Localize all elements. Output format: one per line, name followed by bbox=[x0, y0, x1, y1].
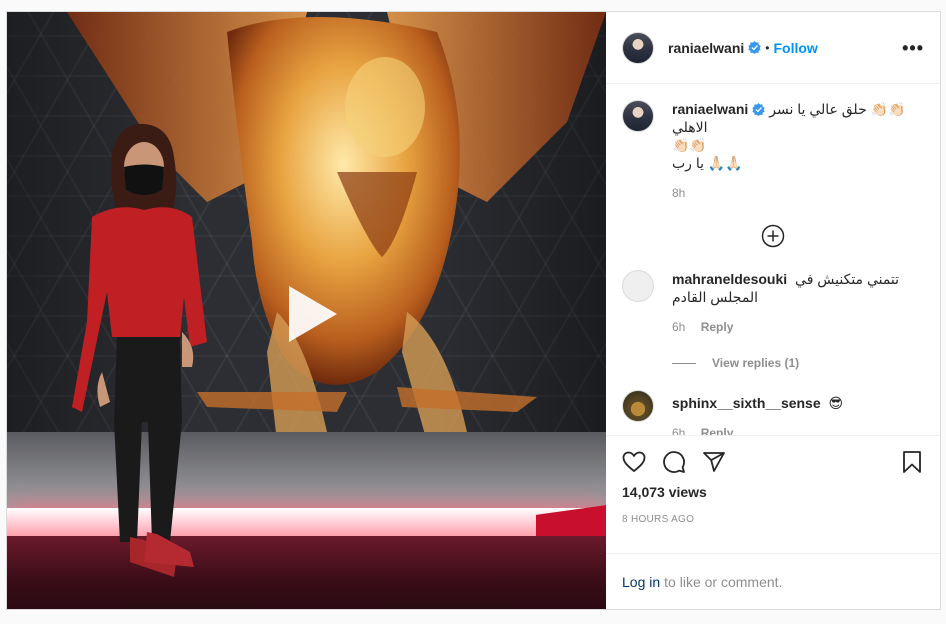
view-replies-button[interactable]: View replies (1) bbox=[672, 356, 924, 370]
caption: raniaelwani 👏🏻👏🏻 حلق عالي يا نسر الاهلي … bbox=[622, 100, 924, 202]
comment-body: sphinx__sixth__sense 😎 6h Reply bbox=[672, 390, 924, 435]
bookmark-icon[interactable] bbox=[900, 450, 924, 474]
comment-meta: 6h Reply bbox=[672, 318, 924, 336]
woman-figure bbox=[72, 123, 207, 577]
post-header: raniaelwani • Follow ••• bbox=[606, 12, 940, 84]
action-icons bbox=[622, 436, 924, 480]
author-username[interactable]: raniaelwani bbox=[668, 40, 744, 56]
commenter-avatar[interactable] bbox=[622, 270, 654, 302]
comment-time: 6h bbox=[672, 320, 686, 334]
caption-avatar[interactable] bbox=[622, 100, 654, 132]
caption-username[interactable]: raniaelwani bbox=[672, 101, 748, 117]
video-player[interactable] bbox=[7, 12, 606, 609]
post-actions: 14,073 views 8 HOURS AGO bbox=[606, 435, 940, 553]
comment-item: sphinx__sixth__sense 😎 6h Reply bbox=[622, 390, 924, 435]
caption-body: raniaelwani 👏🏻👏🏻 حلق عالي يا نسر الاهلي … bbox=[672, 100, 924, 202]
separator-dot: • bbox=[765, 40, 770, 55]
load-more-comments[interactable] bbox=[622, 224, 924, 248]
commenter-avatar[interactable] bbox=[622, 390, 654, 422]
reply-button[interactable]: Reply bbox=[701, 320, 734, 334]
login-prompt: Log in to like or comment. bbox=[606, 553, 940, 609]
comments-section: raniaelwani 👏🏻👏🏻 حلق عالي يا نسر الاهلي … bbox=[606, 84, 940, 435]
caption-time: 8h bbox=[672, 186, 686, 200]
author-avatar[interactable] bbox=[622, 31, 654, 64]
replies-line bbox=[672, 362, 696, 364]
comment-text: 😎 bbox=[828, 395, 844, 411]
plus-circle-icon[interactable] bbox=[761, 224, 785, 248]
more-options-icon[interactable]: ••• bbox=[902, 39, 924, 57]
comment-body: mahraneldesouki تتمني متكنيش في المجلس ا… bbox=[672, 270, 924, 336]
view-count[interactable]: 14,073 views bbox=[622, 484, 924, 500]
view-replies-label[interactable]: View replies (1) bbox=[712, 356, 799, 370]
comment-icon[interactable] bbox=[662, 450, 686, 474]
share-icon[interactable] bbox=[702, 450, 726, 474]
caption-meta: 8h bbox=[672, 184, 924, 202]
comment-time: 6h bbox=[672, 426, 686, 435]
login-prompt-text: to like or comment. bbox=[664, 573, 783, 590]
post-card: raniaelwani • Follow ••• raniaelwani 👏🏻👏… bbox=[6, 11, 941, 610]
comment-username[interactable]: sphinx__sixth__sense bbox=[672, 395, 821, 411]
caption-verified-badge-icon bbox=[752, 103, 765, 116]
comment-meta: 6h Reply bbox=[672, 424, 924, 435]
heart-icon[interactable] bbox=[622, 450, 646, 474]
caption-text-line3: 🙏🏻🙏🏻 يا رب bbox=[672, 155, 743, 171]
post-side-panel: raniaelwani • Follow ••• raniaelwani 👏🏻👏… bbox=[606, 12, 940, 609]
verified-badge-icon bbox=[748, 41, 761, 54]
comment-item: mahraneldesouki تتمني متكنيش في المجلس ا… bbox=[622, 270, 924, 336]
reply-button[interactable]: Reply bbox=[701, 426, 734, 435]
caption-text-line2: 👏🏻👏🏻 bbox=[672, 137, 707, 153]
follow-button[interactable]: Follow bbox=[773, 40, 817, 56]
play-icon[interactable] bbox=[275, 278, 347, 350]
comment-username[interactable]: mahraneldesouki bbox=[672, 271, 787, 287]
post-timestamp[interactable]: 8 HOURS AGO bbox=[622, 514, 924, 525]
login-link[interactable]: Log in bbox=[622, 574, 660, 590]
